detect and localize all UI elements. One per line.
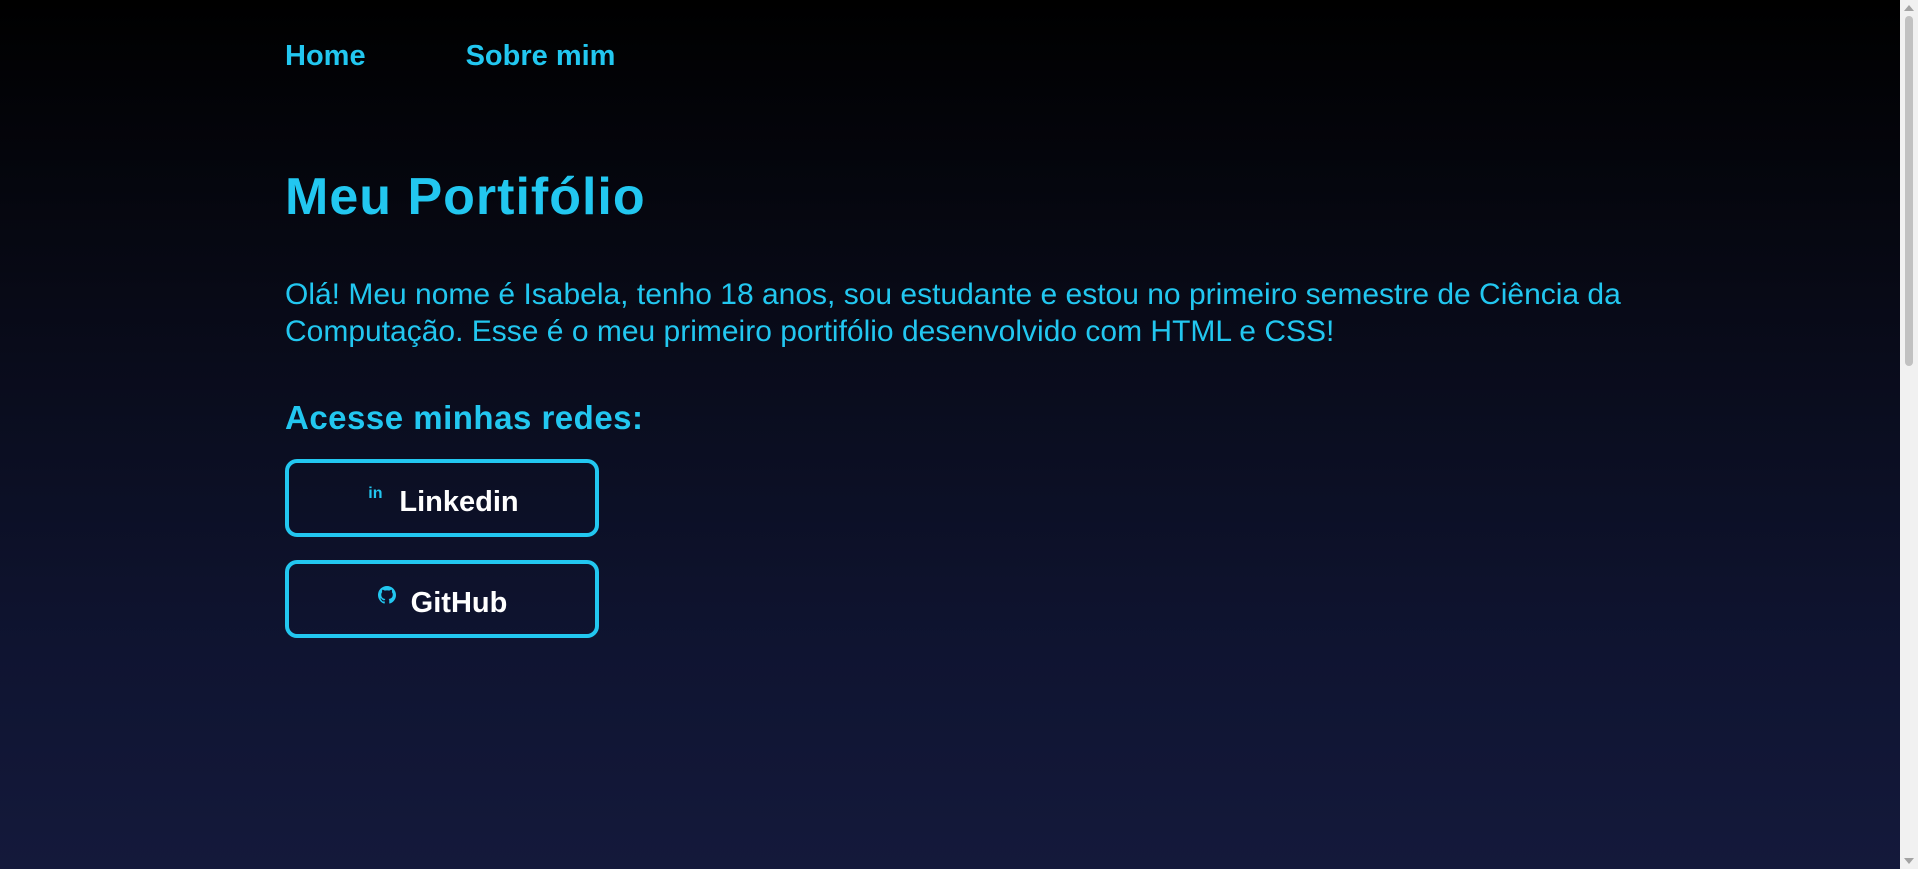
github-icon: [377, 585, 397, 605]
nav-home-link[interactable]: Home: [285, 36, 366, 76]
scroll-down-arrow-icon[interactable]: [1904, 858, 1914, 864]
github-button[interactable]: GitHub: [285, 560, 599, 638]
vertical-scrollbar[interactable]: [1900, 0, 1918, 869]
scrollbar-thumb[interactable]: [1905, 16, 1913, 366]
scroll-up-arrow-icon[interactable]: [1904, 5, 1914, 11]
page: Home Sobre mim Meu Portifólio Olá! Meu n…: [0, 0, 1900, 869]
github-button-label: GitHub: [410, 587, 508, 619]
page-title: Meu Portifólio: [285, 168, 646, 226]
top-nav: Home Sobre mim: [285, 36, 615, 76]
linkedin-icon: in: [368, 485, 383, 502]
intro-text: Olá! Meu nome é Isabela, tenho 18 anos, …: [285, 278, 1621, 348]
nav-sobre-mim-link[interactable]: Sobre mim: [466, 36, 616, 76]
linkedin-button[interactable]: in Linkedin: [285, 459, 599, 537]
linkedin-button-label: Linkedin: [399, 486, 519, 518]
networks-heading: Acesse minhas redes:: [285, 399, 644, 436]
